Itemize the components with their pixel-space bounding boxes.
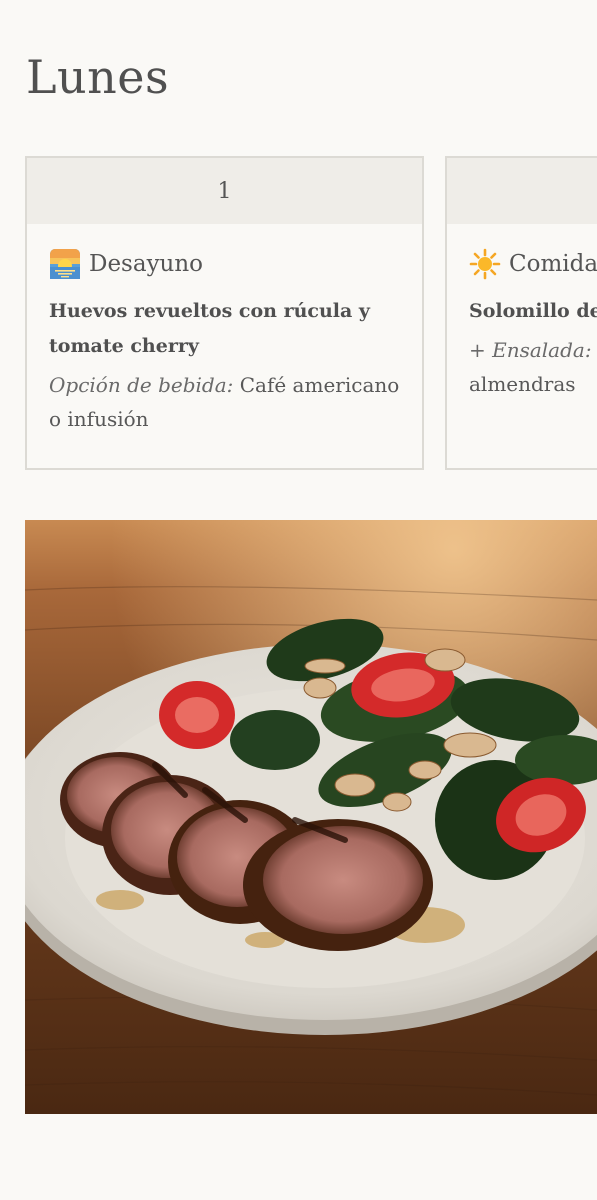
day-card-1[interactable]: 1 Desayuno Huevos revueltos con rúcula y…: [25, 156, 424, 470]
sun-icon: [469, 248, 501, 280]
day-title: Lunes: [26, 50, 170, 104]
card-number: 1: [217, 178, 232, 204]
meal-label: Desayuno: [89, 251, 204, 277]
dish-name: Solomillo de: [469, 300, 597, 322]
drink-option: Opción de bebida: Café americano o infus…: [49, 373, 400, 431]
dish-photo: [25, 520, 597, 1114]
card-number-header: [447, 158, 597, 224]
day-card-2[interactable]: Comida Solomillo de + Ensalada: E almend…: [445, 156, 597, 470]
side-dish-note: + Ensalada: E almendras: [469, 338, 592, 396]
meal-label: Comida: [509, 251, 597, 277]
meal-cards-row[interactable]: 1 Desayuno Huevos revueltos con rúcula y…: [25, 156, 597, 470]
dish-name: Huevos revueltos con rúcula y tomate che…: [49, 300, 370, 357]
sunrise-icon: [49, 248, 81, 280]
card-number-header: 1: [27, 158, 422, 224]
